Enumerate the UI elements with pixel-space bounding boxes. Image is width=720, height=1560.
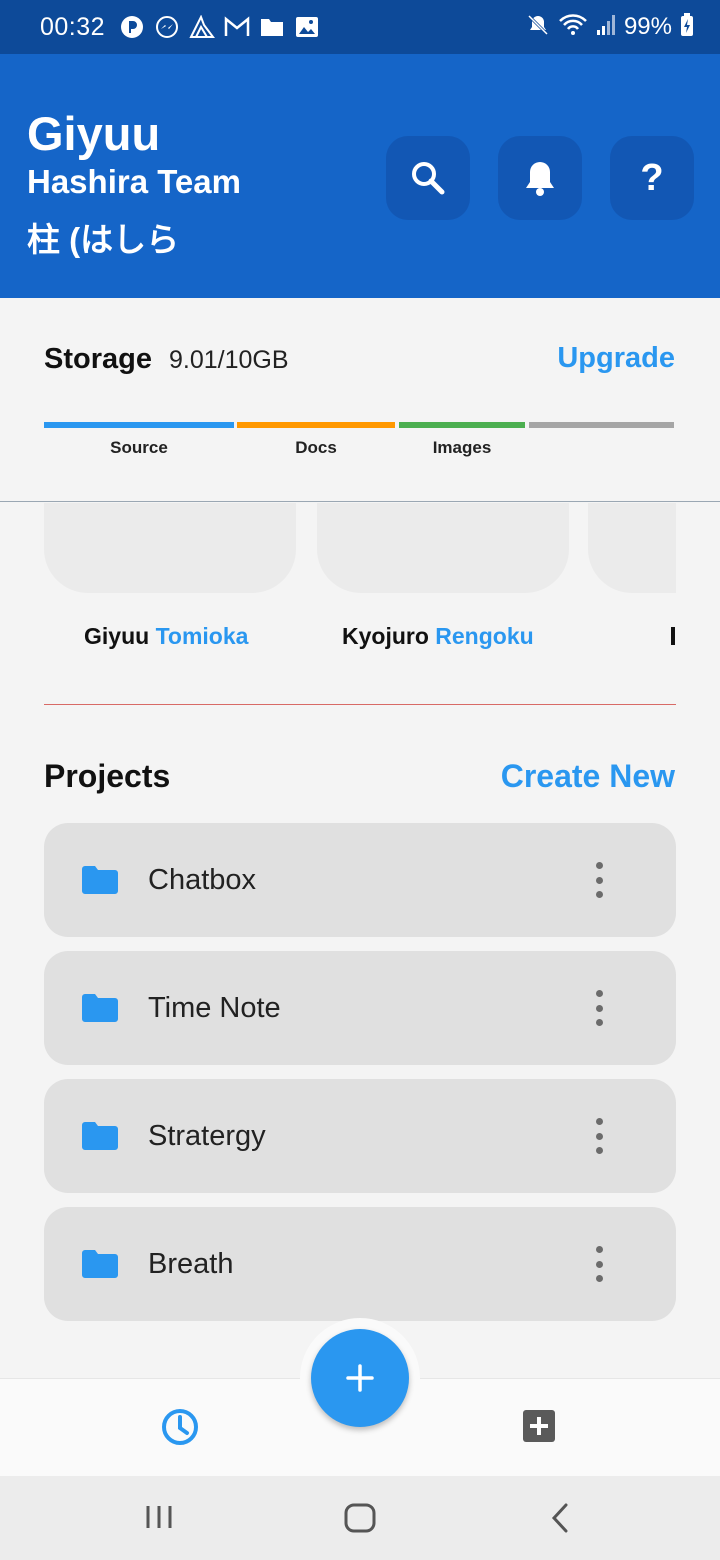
help-button[interactable]: ? (610, 136, 694, 220)
system-status: 99% (526, 12, 694, 42)
folder-icon (82, 1122, 118, 1150)
plus-icon (346, 1364, 374, 1392)
member-name-clipped (671, 627, 675, 645)
folder-icon (82, 994, 118, 1022)
storage-label-docs: Docs (295, 438, 337, 457)
storage-segment-images (399, 422, 525, 428)
gallery-icon (294, 14, 320, 40)
project-item[interactable]: Stratergy (44, 1079, 676, 1193)
folder-icon (82, 1250, 118, 1278)
create-new-button[interactable]: Create New (501, 758, 675, 795)
project-item[interactable]: Time Note (44, 951, 676, 1065)
signal-icon (596, 14, 616, 41)
more-options-icon[interactable] (584, 1118, 614, 1154)
member-last-name: Rengoku (435, 623, 534, 649)
notification-icons (119, 14, 320, 40)
storage-segment-docs (237, 422, 395, 428)
storage-section: Storage 9.01/10GB Upgrade Source Docs Im… (0, 298, 720, 502)
folder-icon (259, 14, 285, 40)
member-card[interactable] (317, 503, 569, 593)
member-card[interactable] (588, 503, 676, 593)
projects-title: Projects (44, 758, 171, 794)
wifi-icon (558, 13, 588, 42)
help-icon: ? (640, 156, 664, 199)
user-name: Giyuu (27, 107, 161, 160)
home-icon[interactable] (343, 1502, 377, 1534)
system-navigation (0, 1476, 720, 1560)
member-card[interactable] (44, 503, 296, 593)
search-icon (412, 162, 445, 195)
back-icon[interactable] (548, 1502, 572, 1534)
project-name: Breath (148, 1247, 234, 1280)
project-name: Stratergy (148, 1119, 266, 1152)
upgrade-button[interactable]: Upgrade (557, 342, 675, 375)
battery-charging-icon (680, 12, 694, 42)
member-last-name: Tomioka (155, 623, 249, 649)
storage-segment-source (44, 422, 234, 428)
clock-icon[interactable] (160, 1407, 200, 1447)
member-name: Giyuu Tomioka (84, 623, 248, 650)
gmail-icon (224, 14, 250, 40)
status-bar: 00:32 99% (0, 0, 720, 54)
member-name: Kyojuro Rengoku (342, 623, 534, 650)
project-name: Chatbox (148, 863, 257, 896)
storage-amount: 9.01/10GB (169, 346, 289, 374)
storage-label-source: Source (110, 438, 168, 457)
project-name: Time Note (148, 991, 281, 1024)
app-header: Giyuu Hashira Team 柱 (はしら ? (0, 54, 720, 298)
team-subtitle: 柱 (はしら (27, 221, 180, 258)
add-box-icon[interactable] (522, 1409, 556, 1443)
folder-icon (82, 866, 118, 894)
search-button[interactable] (386, 136, 470, 220)
bell-icon (526, 162, 554, 196)
messenger-icon (154, 14, 180, 40)
battery-percent: 99% (623, 13, 672, 40)
project-item[interactable]: Breath (44, 1207, 676, 1321)
member-first-name: Giyuu (84, 623, 150, 649)
notifications-button[interactable] (498, 136, 582, 220)
more-options-icon[interactable] (584, 862, 614, 898)
tool-icon (189, 14, 216, 40)
storage-title: Storage (44, 343, 152, 375)
team-name: Hashira Team (27, 163, 241, 200)
mute-icon (526, 13, 550, 42)
project-item[interactable]: Chatbox (44, 823, 676, 937)
members-carousel[interactable]: Giyuu Tomioka Kyojuro Rengoku (44, 503, 676, 705)
more-options-icon[interactable] (584, 1246, 614, 1282)
more-options-icon[interactable] (584, 990, 614, 1026)
status-time: 00:32 (40, 12, 106, 41)
app-icon (119, 14, 145, 40)
recent-apps-icon[interactable] (144, 1502, 174, 1532)
add-fab-button[interactable] (311, 1329, 409, 1427)
storage-label-images: Images (432, 438, 492, 457)
storage-segment-other (529, 422, 674, 428)
member-first-name: Kyojuro (342, 623, 429, 649)
